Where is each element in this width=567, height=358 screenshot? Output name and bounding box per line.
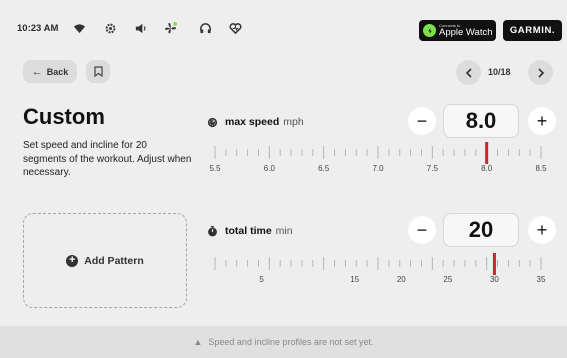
total-time-text: total time bbox=[225, 225, 272, 237]
max-speed-label: max speed mph bbox=[207, 116, 304, 128]
speed-decrease-button[interactable]: − bbox=[408, 107, 436, 135]
apple-watch-label: Apple Watch bbox=[439, 26, 493, 38]
wifi-icon[interactable] bbox=[73, 22, 86, 35]
plus-icon: + bbox=[536, 111, 548, 131]
add-pattern-button[interactable]: + Add Pattern bbox=[23, 213, 187, 308]
scale-label: 7.5 bbox=[426, 164, 438, 173]
bookmark-icon bbox=[93, 66, 103, 77]
total-time-unit: min bbox=[275, 225, 293, 237]
time-scale-ticks[interactable] bbox=[207, 253, 549, 275]
current-value-marker[interactable] bbox=[492, 253, 496, 275]
apple-watch-badge[interactable]: Connects to Apple Watch bbox=[419, 20, 496, 41]
time-increase-button[interactable]: + bbox=[528, 216, 556, 244]
garmin-badge[interactable]: GARMIN. bbox=[503, 20, 562, 41]
page-indicator: 10/18 bbox=[488, 67, 511, 77]
scale-label: 25 bbox=[443, 275, 453, 284]
clock: 10:23 AM bbox=[17, 23, 59, 34]
volume-icon[interactable] bbox=[134, 22, 147, 35]
page-title: Custom bbox=[23, 104, 105, 129]
scale-label: 6.0 bbox=[263, 164, 275, 173]
arrow-left-icon: ← bbox=[31, 65, 43, 78]
total-time-label: total time min bbox=[207, 225, 293, 237]
scale-label: 6.5 bbox=[318, 164, 330, 173]
speed-scale-labels: 5.5 6.0 6.5 7.0 7.5 8.0 8.5 bbox=[207, 164, 549, 176]
chevron-left-icon bbox=[465, 67, 472, 78]
max-speed-text: max speed bbox=[225, 116, 280, 128]
headphones-icon[interactable] bbox=[199, 22, 212, 35]
scale-label: 5 bbox=[259, 275, 264, 284]
back-label: Back bbox=[46, 66, 69, 77]
bookmark-button[interactable] bbox=[86, 60, 110, 83]
max-speed-unit: mph bbox=[283, 116, 304, 128]
status-bar: 10:23 AM Connects to Apple Watch GARMIN. bbox=[0, 0, 567, 46]
apple-watch-logo-icon bbox=[423, 24, 436, 37]
back-button[interactable]: ← Back bbox=[23, 60, 77, 83]
plus-circle-icon: + bbox=[66, 254, 79, 267]
minus-icon: − bbox=[416, 220, 428, 240]
heart-icon[interactable] bbox=[229, 22, 242, 35]
warning-icon: ▲ bbox=[193, 337, 203, 347]
speed-scale-ticks[interactable] bbox=[207, 142, 549, 164]
speed-value: 8.0 bbox=[443, 104, 519, 138]
time-scale-labels: 5 15 20 25 30 35 bbox=[207, 275, 549, 287]
previous-page-button[interactable] bbox=[456, 60, 481, 85]
speed-scale-slider[interactable]: 5.5 6.0 6.5 7.0 7.5 8.0 8.5 bbox=[207, 142, 549, 176]
time-value: 20 bbox=[443, 213, 519, 247]
scale-label: 35 bbox=[536, 275, 546, 284]
time-scale-slider[interactable]: 5 15 20 25 30 35 bbox=[207, 253, 549, 287]
add-pattern-label: Add Pattern bbox=[84, 254, 144, 267]
chevron-right-icon bbox=[537, 67, 544, 78]
status-footer: ▲ Speed and incline profiles are not set… bbox=[0, 326, 567, 358]
scale-label: 8.5 bbox=[535, 164, 547, 173]
next-page-button[interactable] bbox=[528, 60, 553, 85]
scale-label: 15 bbox=[350, 275, 360, 284]
fan-icon[interactable] bbox=[164, 22, 177, 35]
scale-label: 7.0 bbox=[372, 164, 384, 173]
gear-icon[interactable] bbox=[104, 22, 117, 35]
minus-icon: − bbox=[416, 111, 428, 131]
workout-description: Set speed and incline for 20 segments of… bbox=[23, 140, 192, 178]
time-decrease-button[interactable]: − bbox=[408, 216, 436, 244]
scale-label: 5.5 bbox=[209, 164, 221, 173]
timer-icon bbox=[208, 225, 217, 236]
speedometer-icon bbox=[207, 117, 218, 127]
footer-message: Speed and incline profiles are not set y… bbox=[208, 337, 374, 347]
scale-label: 20 bbox=[396, 275, 406, 284]
speed-increase-button[interactable]: + bbox=[528, 107, 556, 135]
scale-label: 8.0 bbox=[481, 164, 493, 173]
current-value-marker[interactable] bbox=[485, 142, 489, 164]
plus-icon: + bbox=[536, 220, 548, 240]
scale-label: 30 bbox=[489, 275, 499, 284]
